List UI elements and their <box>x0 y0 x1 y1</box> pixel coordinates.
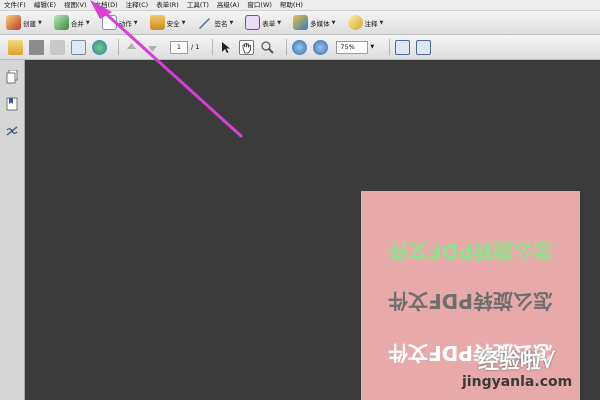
create-button[interactable]: 创建 ▼ <box>6 15 42 30</box>
watermark: 经验啦√ jingyanla.com <box>460 345 595 400</box>
zoom-tool-icon[interactable] <box>260 40 275 55</box>
lock-icon <box>149 15 165 30</box>
page-layout-icon[interactable] <box>395 39 411 55</box>
watermark-title: 经验啦 <box>478 349 541 373</box>
signatures-panel-icon[interactable] <box>6 124 18 138</box>
pen-sign-icon <box>197 15 212 30</box>
create-pdf-icon <box>6 15 21 30</box>
zoom-level-input[interactable]: 75% <box>336 40 369 54</box>
chevron-down-icon: ▼ <box>181 19 186 26</box>
comment-button[interactable]: 注释 ▼ <box>347 15 384 30</box>
chevron-down-icon: ▼ <box>229 19 234 26</box>
menu-forms[interactable]: 表单(R) <box>156 0 179 11</box>
watermark-text: 经验啦√ <box>478 345 555 375</box>
check-mark-icon: √ <box>541 349 556 373</box>
combine-button[interactable]: 合并 ▼ <box>53 15 90 30</box>
hand-tool-icon[interactable] <box>239 39 255 55</box>
page-number-input[interactable]: 1 <box>170 40 188 54</box>
menu-file[interactable]: 文件(F) <box>4 0 26 11</box>
sign-label: 签名 <box>214 19 228 28</box>
chevron-down-icon: ▼ <box>331 19 336 26</box>
zoom-out-icon[interactable] <box>292 39 308 55</box>
menu-view[interactable]: 视图(V) <box>64 0 87 11</box>
bookmarks-panel-icon[interactable] <box>6 97 18 111</box>
menu-help[interactable]: 帮助(H) <box>280 0 303 11</box>
toolbar-divider <box>212 39 214 55</box>
chevron-down-icon: ▼ <box>133 19 138 26</box>
globe-icon[interactable] <box>92 39 107 55</box>
comment-label: 注释 <box>364 19 378 28</box>
menu-edit[interactable]: 编辑(E) <box>34 0 56 11</box>
menu-tools[interactable]: 工具(T) <box>187 0 209 11</box>
page-total-label: / 1 <box>191 43 200 51</box>
chevron-down-icon: ▼ <box>85 19 90 26</box>
multimedia-label: 多媒体 <box>310 19 330 28</box>
chevron-down-icon[interactable]: ▼ <box>370 44 374 50</box>
navigation-pane <box>0 60 25 400</box>
menu-advanced[interactable]: 高级(A) <box>217 0 240 11</box>
pages-panel-icon[interactable] <box>6 69 18 84</box>
arrow-up-icon[interactable] <box>124 40 139 55</box>
toolbar-divider <box>286 39 288 55</box>
action-label: 动作 <box>118 19 132 28</box>
security-button[interactable]: 安全 ▼ <box>149 15 186 30</box>
multimedia-icon <box>293 15 309 30</box>
tasks-toolbar: 创建 ▼ 合并 ▼ 动作 ▼ 安全 ▼ 签名 ▼ 表单 ▼ 多媒体 ▼ 注释 ▼ <box>0 11 600 35</box>
print-icon[interactable] <box>29 39 44 55</box>
chevron-down-icon: ▼ <box>277 19 282 26</box>
menu-document[interactable]: 文档(D) <box>95 0 118 11</box>
email-icon[interactable] <box>71 39 86 55</box>
combine-label: 合并 <box>70 19 84 28</box>
sign-button[interactable]: 签名 ▼ <box>197 15 233 30</box>
watermark-url: jingyanla.com <box>462 374 573 390</box>
chevron-down-icon: ▼ <box>38 19 42 26</box>
open-folder-icon[interactable] <box>8 39 23 55</box>
rotated-text-line: 怎么旋转PDF文件 <box>388 239 553 263</box>
action-button[interactable]: 动作 ▼ <box>101 15 138 30</box>
toolbar-divider <box>389 39 391 55</box>
full-screen-icon[interactable] <box>416 39 432 55</box>
multimedia-button[interactable]: 多媒体 ▼ <box>293 15 336 30</box>
combine-files-icon <box>53 15 69 30</box>
forms-button[interactable]: 表单 ▼ <box>245 15 281 30</box>
create-label: 创建 <box>23 19 36 28</box>
select-cursor-icon[interactable] <box>218 40 233 55</box>
forms-label: 表单 <box>262 19 276 28</box>
rotated-text-line: 怎么旋转PDF文件 <box>388 289 553 313</box>
toolbar-divider <box>118 39 119 55</box>
zoom-in-icon[interactable] <box>313 39 329 55</box>
comment-icon <box>347 15 363 30</box>
arrow-down-icon[interactable] <box>145 40 160 55</box>
security-label: 安全 <box>166 19 180 28</box>
chevron-down-icon: ▼ <box>379 19 384 26</box>
action-wizard-icon <box>101 15 117 30</box>
navigation-toolbar: 1 / 1 75% ▼ <box>0 35 600 60</box>
menu-comments[interactable]: 注释(C) <box>126 0 149 11</box>
menu-window[interactable]: 窗口(W) <box>247 0 272 11</box>
form-icon <box>245 15 261 30</box>
save-icon[interactable] <box>50 39 65 55</box>
menu-bar: 文件(F) 编辑(E) 视图(V) 文档(D) 注释(C) 表单(R) 工具(T… <box>0 0 600 11</box>
